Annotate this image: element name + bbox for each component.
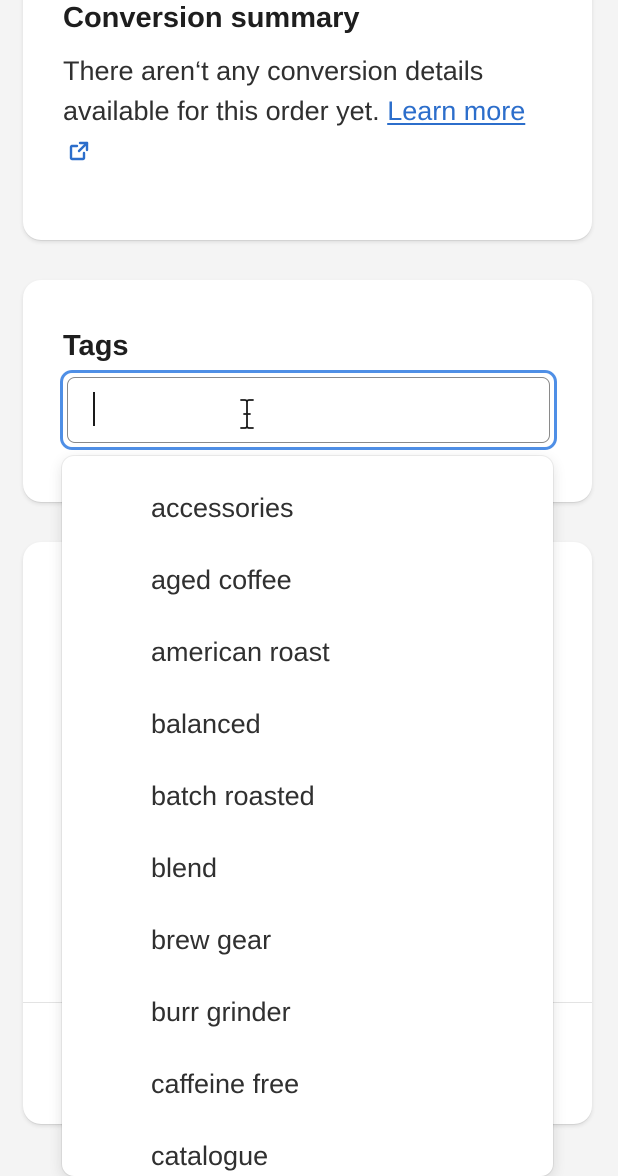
- conversion-summary-card: Conversion summary There aren‘t any conv…: [23, 0, 592, 240]
- tags-title: Tags: [63, 330, 129, 362]
- conversion-summary-text: There aren‘t any conversion details avai…: [63, 51, 543, 172]
- tag-option[interactable]: american roast: [62, 616, 553, 688]
- tag-option[interactable]: catalogue: [62, 1120, 553, 1176]
- tag-option[interactable]: caffeine free: [62, 1048, 553, 1120]
- tag-option[interactable]: aged coffee: [62, 544, 553, 616]
- learn-more-label: Learn more: [387, 96, 526, 126]
- tag-option[interactable]: burr grinder: [62, 976, 553, 1048]
- text-caret: [93, 392, 95, 426]
- tag-option[interactable]: accessories: [62, 472, 553, 544]
- tags-input[interactable]: [67, 377, 550, 443]
- tag-option[interactable]: brew gear: [62, 904, 553, 976]
- text-cursor-icon: [238, 398, 256, 435]
- tags-dropdown: accessories aged coffee american roast b…: [62, 456, 553, 1176]
- external-link-icon: [69, 132, 89, 172]
- tag-option[interactable]: balanced: [62, 688, 553, 760]
- tags-input-focus-ring: [60, 370, 557, 450]
- tag-option[interactable]: blend: [62, 832, 553, 904]
- tags-option-list: accessories aged coffee american roast b…: [62, 456, 553, 1176]
- conversion-summary-title: Conversion summary: [63, 2, 360, 34]
- tag-option[interactable]: batch roasted: [62, 760, 553, 832]
